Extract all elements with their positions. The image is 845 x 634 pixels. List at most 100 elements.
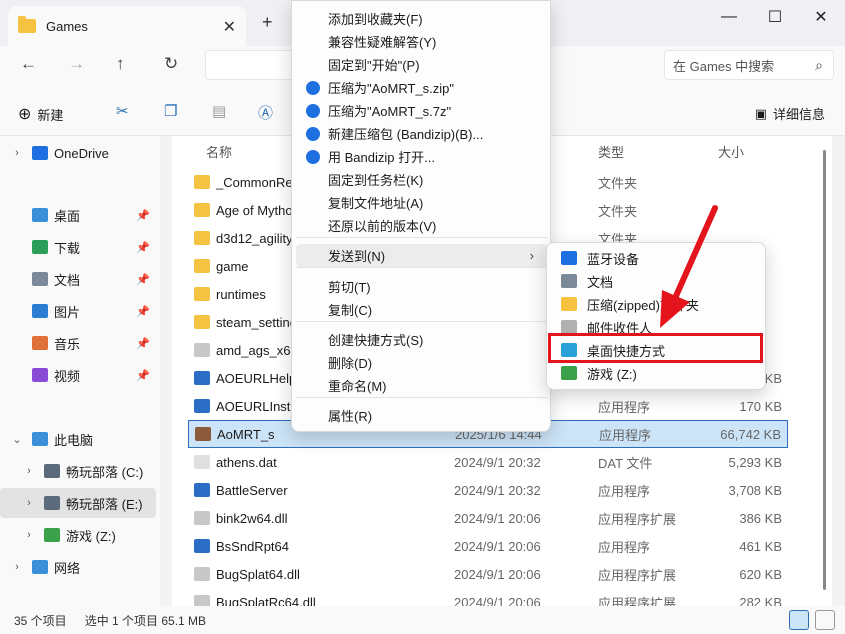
context-menu-item[interactable]: 复制(C) <box>296 298 548 321</box>
send-to-item[interactable]: 文档 <box>551 270 763 292</box>
column-header-size[interactable]: 大小 <box>718 142 744 161</box>
search-input[interactable]: 在 Games 中搜索 ⌕ <box>664 50 834 80</box>
maximize-button[interactable]: ☐ <box>752 0 798 34</box>
tiles-view-icon[interactable] <box>815 610 835 630</box>
file-row[interactable]: athens.dat 2024/9/1 20:32 DAT 文件 5,293 KB <box>188 448 788 476</box>
highlight-box <box>548 333 763 363</box>
context-menu-item[interactable]: 删除(D) <box>296 351 548 374</box>
document-icon <box>561 274 577 288</box>
context-menu-item[interactable]: 重命名(M) <box>296 374 548 397</box>
context-menu: 添加到收藏夹(F) 兼容性疑难解答(Y) 固定到"开始"(P) 压缩为"AoMRT_s… <box>291 0 551 432</box>
folder-icon <box>194 315 210 329</box>
sidebar-item-label: 视频 <box>54 368 81 384</box>
send-to-item[interactable]: 游戏 (Z:) <box>551 362 763 384</box>
sidebar-item[interactable]: › 网络 <box>0 552 156 582</box>
context-menu-item[interactable]: 还原以前的版本(V) <box>296 214 548 237</box>
send-to-item[interactable]: 压缩(zipped)文件夹 <box>551 293 763 315</box>
tab-games[interactable]: Games ✕ <box>8 6 246 46</box>
back-button[interactable]: ← <box>20 54 37 74</box>
context-menu-item[interactable]: 兼容性疑难解答(Y) <box>296 30 548 53</box>
context-menu-item[interactable]: 压缩为"AoMRT_s.zip" <box>296 76 548 99</box>
sidebar-item[interactable]: › 畅玩部落 (E:) <box>0 488 156 518</box>
file-name: BugSplat64.dll <box>216 566 300 582</box>
application-icon <box>194 483 210 497</box>
status-bar: 35 个项目 选中 1 个项目 65.1 MB <box>0 606 845 634</box>
chevron-icon[interactable]: › <box>8 147 26 159</box>
sidebar-item[interactable]: › 游戏 (Z:) <box>0 520 156 550</box>
video-icon <box>32 368 48 382</box>
paste-icon[interactable]: ▤ <box>212 102 226 120</box>
close-window-button[interactable]: ✕ <box>798 0 844 34</box>
file-name: BattleServer <box>216 482 288 498</box>
sidebar-item[interactable]: 音乐 📌 <box>0 328 156 358</box>
rename-icon[interactable]: Ⓐ <box>258 102 273 123</box>
context-menu-item[interactable]: 用 Bandizip 打开... <box>296 145 548 168</box>
vertical-scrollbar[interactable] <box>823 150 826 590</box>
sidebar-item[interactable]: › 畅玩部落 (C:) <box>0 456 156 486</box>
details-view-icon[interactable] <box>789 610 809 630</box>
sidebar-item[interactable]: 下载 📌 <box>0 232 156 262</box>
sidebar-item[interactable]: 图片 📌 <box>0 296 156 326</box>
file-row[interactable]: BugSplat64.dll 2024/9/1 20:06 应用程序扩展 620 KB <box>188 560 788 588</box>
drive-icon <box>44 496 60 510</box>
chevron-icon[interactable]: › <box>20 465 38 477</box>
new-tab-button[interactable]: + <box>262 12 273 33</box>
menu-separator <box>296 321 548 322</box>
send-to-submenu: 蓝牙设备 文档 压缩(zipped)文件夹 邮件收件人 桌面快捷方式 游戏 (Z:) <box>546 242 766 390</box>
refresh-button[interactable]: ↻ <box>164 54 178 74</box>
context-menu-item[interactable]: 压缩为"AoMRT_s.7z" <box>296 99 548 122</box>
sidebar-item[interactable]: 文档 📌 <box>0 264 156 294</box>
sidebar-item[interactable]: › OneDrive <box>0 138 156 168</box>
context-menu-item[interactable]: 复制文件地址(A) <box>296 191 548 214</box>
context-menu-item[interactable]: 新建压缩包 (Bandizip)(B)... <box>296 122 548 145</box>
sidebar-item-label: 图片 <box>54 304 81 320</box>
context-menu-item[interactable]: 固定到任务栏(K) <box>296 168 548 191</box>
dll-file-icon <box>194 343 210 357</box>
new-button[interactable]: ⊕ 新建 <box>18 104 63 124</box>
details-button[interactable]: ▣ 详细信息 <box>755 104 825 123</box>
file-row[interactable]: BugSplatRc64.dll 2024/9/1 20:06 应用程序扩展 282 … <box>188 588 788 606</box>
file-name: bink2w64.dll <box>216 510 288 526</box>
file-date: 2024/9/1 20:06 <box>454 510 541 526</box>
sidebar-item[interactable]: 视频 📌 <box>0 360 156 390</box>
context-menu-item[interactable]: 固定到"开始"(P) <box>296 53 548 76</box>
file-size: 170 KB <box>739 398 782 414</box>
context-menu-item[interactable]: 发送到(N) › <box>296 244 548 267</box>
file-row[interactable]: BattleServer 2024/9/1 20:32 应用程序 3,708 KB <box>188 476 788 504</box>
up-button[interactable]: ↑ <box>116 54 125 74</box>
address-bar[interactable] <box>205 50 295 80</box>
context-menu-item[interactable]: 属性(R) <box>296 404 548 427</box>
column-header-type[interactable]: 类型 <box>598 142 624 161</box>
context-menu-item[interactable]: 剪切(T) <box>296 275 548 298</box>
chevron-icon[interactable]: › <box>20 529 38 541</box>
sidebar-item-label: OneDrive <box>54 145 109 161</box>
folder-icon <box>18 16 36 33</box>
forward-button[interactable]: → <box>68 54 85 74</box>
menu-item-label: 兼容性疑难解答(Y) <box>328 35 437 50</box>
close-tab-icon[interactable]: ✕ <box>223 17 236 37</box>
file-size: 66,742 KB <box>720 426 781 442</box>
column-header-name[interactable]: 名称 <box>206 142 232 161</box>
details-label: 详细信息 <box>772 107 825 122</box>
game-exe-icon <box>195 427 211 441</box>
file-row[interactable]: BsSndRpt64 2024/9/1 20:06 应用程序 461 KB <box>188 532 788 560</box>
file-row[interactable]: bink2w64.dll 2024/9/1 20:06 应用程序扩展 386 KB <box>188 504 788 532</box>
send-to-item[interactable]: 蓝牙设备 <box>551 247 763 269</box>
cut-icon[interactable]: ✂ <box>116 102 129 120</box>
picture-icon <box>32 304 48 318</box>
sidebar-item[interactable]: 桌面 📌 <box>0 200 156 230</box>
menu-item-label: 还原以前的版本(V) <box>328 219 437 234</box>
sidebar-item[interactable]: ⌄ 此电脑 <box>0 424 156 454</box>
chevron-icon[interactable]: ⌄ <box>8 433 26 446</box>
pin-icon: 📌 <box>136 209 150 222</box>
file-name: athens.dat <box>216 454 277 470</box>
sidebar-item-label: 文档 <box>54 272 81 288</box>
context-menu-item[interactable]: 添加到收藏夹(F) <box>296 7 548 30</box>
copy-icon[interactable]: ❐ <box>164 102 177 120</box>
chevron-icon[interactable]: › <box>8 561 26 573</box>
context-menu-item[interactable]: 创建快捷方式(S) <box>296 328 548 351</box>
chevron-icon[interactable]: › <box>20 497 38 509</box>
menu-item-label: 固定到"开始"(P) <box>328 58 420 73</box>
minimize-button[interactable]: — <box>706 0 752 34</box>
document-icon <box>32 272 48 286</box>
